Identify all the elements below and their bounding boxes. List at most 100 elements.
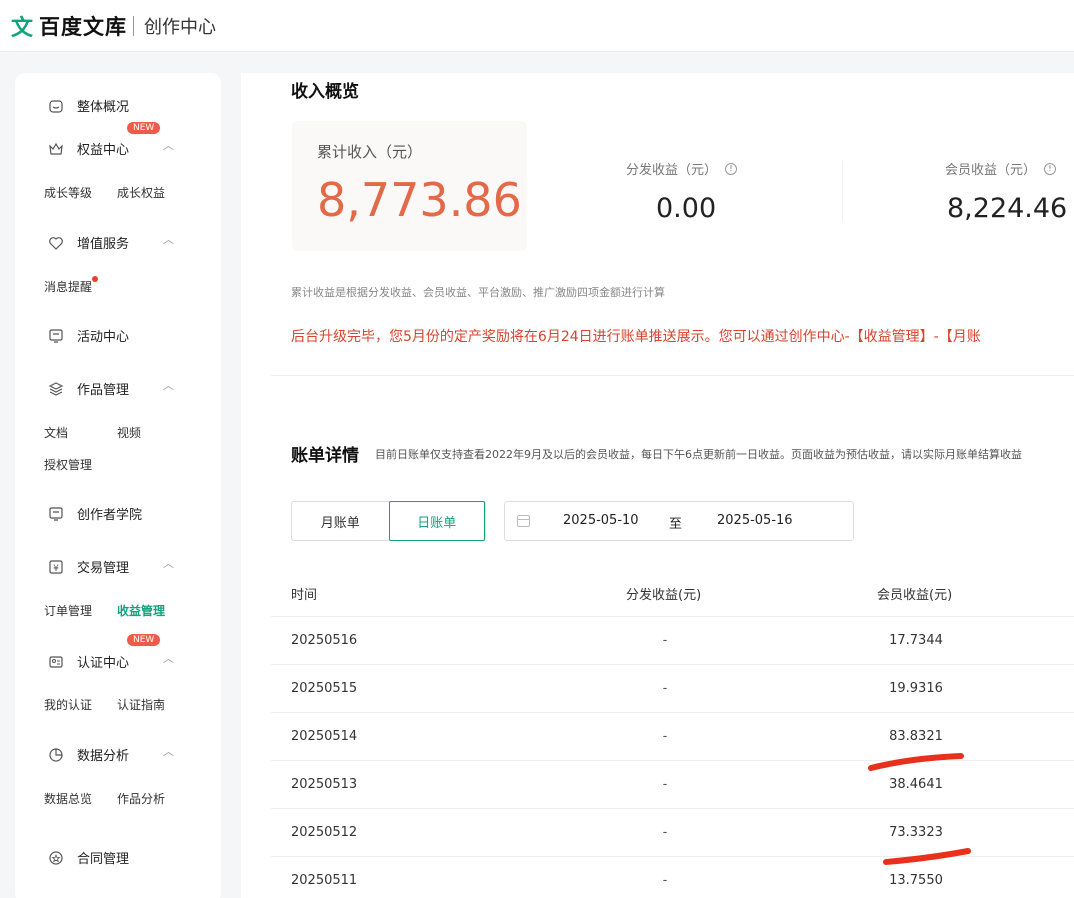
cell-member-income: 13.7550 [889, 873, 943, 888]
sidebar-item-label: 整体概况 [77, 100, 130, 115]
cell-date: 20250513 [291, 777, 358, 792]
column-header-distribution: 分发收益(元) [626, 588, 702, 603]
chevron-up-icon[interactable]: ︿ [163, 743, 174, 759]
bill-detail-subtitle: 目前日账单仅支持查看2022年9月及以后的会员收益，每日下午6点更新前一日收益。… [375, 448, 1022, 461]
sidebar-item-label: 活动中心 [77, 330, 130, 345]
distribution-income-label: 分发收益（元） ! [626, 159, 738, 178]
column-header-member: 会员收益(元) [877, 588, 953, 603]
system-notice: 后台升级完毕，您5月份的定产奖励将在6月24日进行账单推送展示。您可以通过创作中… [291, 329, 981, 345]
top-header: 文 百度文库 创作中心 [0, 0, 1074, 52]
sidebar-sub-data-overview[interactable]: 数据总览 [44, 790, 92, 807]
unread-dot [92, 276, 98, 282]
total-income-card: 累计收入（元） 8,773.86 [292, 121, 527, 251]
sidebar-sub-documents[interactable]: 文档 [44, 424, 68, 441]
sidebar-item-trade[interactable]: ¥ 交易管理 ︿ [47, 557, 174, 576]
sidebar-sub-growth-rights[interactable]: 成长权益 [117, 184, 165, 201]
sidebar-sub-authorization[interactable]: 授权管理 [44, 456, 92, 473]
cell-distribution: - [662, 777, 668, 792]
sidebar-sub-certification-guide[interactable]: 认证指南 [117, 696, 165, 713]
row-divider [271, 712, 1074, 713]
cell-date: 20250511 [291, 873, 358, 888]
calendar-icon [517, 515, 530, 527]
date-start[interactable]: 2025-05-10 [563, 513, 639, 528]
logo-divider [133, 15, 134, 36]
column-header-time: 时间 [291, 588, 318, 603]
sidebar-sub-work-analysis[interactable]: 作品分析 [117, 790, 165, 807]
wenku-logo-icon: 文 [11, 15, 34, 41]
row-divider [271, 760, 1074, 761]
sidebar-item-label: 交易管理 [77, 561, 130, 576]
sidebar-item-analytics[interactable]: 数据分析 ︿ [47, 745, 174, 764]
date-range-separator: 至 [669, 517, 683, 532]
sidebar-sub-message-reminder[interactable]: 消息提醒 [44, 278, 92, 295]
cell-member-income: 38.4641 [889, 777, 943, 792]
sidebar-sub-orders[interactable]: 订单管理 [44, 602, 92, 619]
sidebar-sub-growth-level[interactable]: 成长等级 [44, 184, 92, 201]
red-pen-underline [883, 848, 971, 865]
cell-member-income: 73.3323 [889, 825, 943, 840]
sidebar-item-academy[interactable]: 创作者学院 [47, 504, 142, 523]
brand-logo[interactable]: 文 百度文库 创作中心 [11, 10, 216, 42]
sidebar-item-value-added[interactable]: 增值服务 ︿ [47, 233, 174, 252]
message-square-icon [47, 327, 65, 345]
sidebar-item-works[interactable]: 作品管理 ︿ [47, 379, 174, 398]
heart-icon [47, 234, 65, 252]
section-divider [271, 375, 1074, 376]
sidebar-item-activity[interactable]: 活动中心 [47, 326, 129, 345]
date-end[interactable]: 2025-05-16 [717, 513, 793, 528]
cell-date: 20250514 [291, 729, 358, 744]
sidebar-item-label: 数据分析 [77, 749, 130, 764]
cell-member-income: 83.8321 [889, 729, 943, 744]
cell-member-income: 17.7344 [889, 633, 943, 648]
row-divider [271, 616, 1074, 617]
cell-date: 20250512 [291, 825, 358, 840]
sidebar-item-benefits[interactable]: 权益中心 ︿ [47, 139, 174, 158]
cell-distribution: - [662, 681, 668, 696]
sidebar-item-contract[interactable]: 合同管理 [47, 848, 129, 867]
bill-period-tabs: 月账单 日账单 [291, 501, 486, 541]
distribution-income-label-text: 分发收益（元） [626, 163, 718, 178]
income-calculation-note: 累计收益是根据分发收益、会员收益、平台激励、推广激励四项金额进行计算 [291, 286, 665, 299]
bill-detail-title: 账单详情 [291, 446, 359, 466]
sidebar-item-certification[interactable]: 认证中心 ︿ [47, 652, 174, 671]
sidebar-sub-income-management[interactable]: 收益管理 [117, 602, 165, 619]
chevron-up-icon[interactable]: ︿ [163, 555, 174, 571]
sidebar-sub-videos[interactable]: 视频 [117, 424, 141, 441]
cell-distribution: - [662, 633, 668, 648]
distribution-income-value: 0.00 [656, 193, 717, 224]
sidebar-item-label: 认证中心 [77, 656, 130, 671]
member-income-label: 会员收益（元） ! [945, 159, 1057, 178]
cell-distribution: - [662, 873, 668, 888]
sidebar-item-label: 增值服务 [77, 237, 130, 252]
cell-member-income: 19.9316 [889, 681, 943, 696]
tab-daily-bill[interactable]: 日账单 [388, 501, 485, 541]
sidebar: 整体概况 权益中心 ︿ NEW 成长等级 成长权益 增值服务 ︿ 消息提醒 活动… [15, 73, 221, 898]
new-badge: NEW [127, 634, 161, 646]
info-icon[interactable]: ! [725, 162, 738, 175]
crown-icon [47, 140, 65, 158]
date-range-picker[interactable]: 2025-05-10 至 2025-05-16 [504, 501, 854, 541]
cell-date: 20250515 [291, 681, 358, 696]
cell-distribution: - [662, 729, 668, 744]
member-income-value: 8,224.46 [947, 193, 1068, 224]
total-income-value: 8,773.86 [317, 173, 522, 227]
chevron-up-icon[interactable]: ︿ [163, 650, 174, 666]
member-income-label-text: 会员收益（元） [945, 163, 1037, 178]
sidebar-item-overview[interactable]: 整体概况 [47, 96, 129, 115]
sidebar-sub-my-certification[interactable]: 我的认证 [44, 696, 92, 713]
cell-date: 20250516 [291, 633, 358, 648]
chevron-up-icon[interactable]: ︿ [163, 137, 174, 153]
info-icon[interactable]: ! [1044, 162, 1057, 175]
pie-chart-icon [47, 746, 65, 764]
tab-monthly-bill[interactable]: 月账单 [292, 502, 389, 540]
home-icon [47, 97, 65, 115]
svg-text:¥: ¥ [53, 564, 59, 574]
yuan-icon: ¥ [47, 558, 65, 576]
sidebar-item-label: 权益中心 [77, 143, 130, 158]
sidebar-item-label: 作品管理 [77, 383, 130, 398]
chevron-up-icon[interactable]: ︿ [163, 377, 174, 393]
stat-divider [842, 161, 843, 221]
monitor-icon [47, 505, 65, 523]
chevron-up-icon[interactable]: ︿ [163, 231, 174, 247]
sidebar-item-label: 合同管理 [77, 852, 130, 867]
